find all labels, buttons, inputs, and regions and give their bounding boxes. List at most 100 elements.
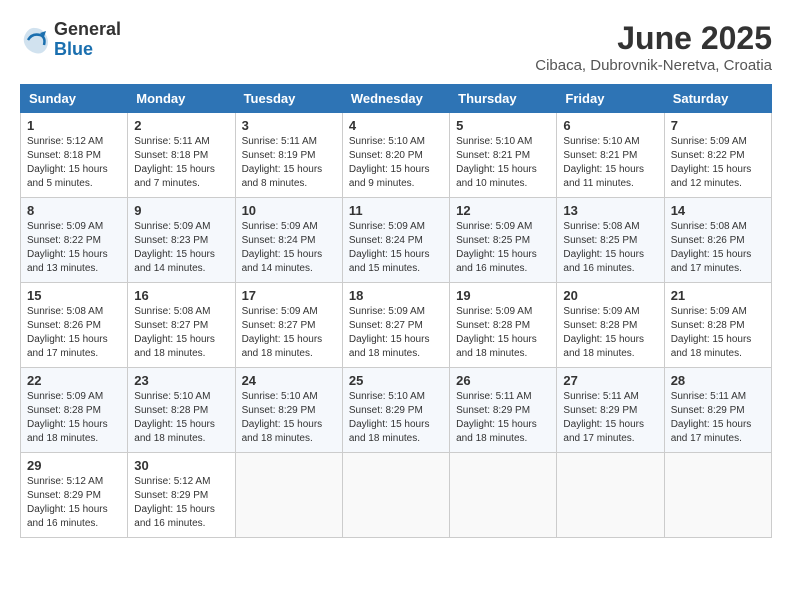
- day-info: Sunrise: 5:11 AMSunset: 8:29 PMDaylight:…: [456, 390, 550, 446]
- day-info: Sunrise: 5:10 AMSunset: 8:21 PMDaylight:…: [563, 135, 657, 191]
- calendar-cell: 23 Sunrise: 5:10 AMSunset: 8:28 PMDayligh…: [128, 368, 235, 453]
- day-info: Sunrise: 5:08 AMSunset: 8:27 PMDaylight:…: [134, 305, 228, 361]
- day-number: 19: [456, 288, 550, 303]
- calendar-week-row-5: 29Sunrise: 5:12 AMSunset: 8:29 PMDayligh…: [21, 453, 772, 538]
- calendar-cell: 5 Sunrise: 5:10 AMSunset: 8:21 PMDaylight…: [450, 113, 557, 198]
- calendar-cell: [342, 453, 449, 538]
- calendar-cell: 21Sunrise: 5:09 AMSunset: 8:28 PMDayligh…: [664, 283, 771, 368]
- day-number: 20: [563, 288, 657, 303]
- day-number: 15: [27, 288, 121, 303]
- calendar-header-thursday: Thursday: [450, 85, 557, 113]
- calendar-header-monday: Monday: [128, 85, 235, 113]
- day-info: Sunrise: 5:10 AMSunset: 8:21 PMDaylight:…: [456, 135, 550, 191]
- day-number: 18: [349, 288, 443, 303]
- calendar-cell: 10 Sunrise: 5:09 AMSunset: 8:24 PMDayligh…: [235, 198, 342, 283]
- day-number: 12: [456, 203, 550, 218]
- calendar-cell: 1Sunrise: 5:12 AMSunset: 8:18 PMDaylight…: [21, 113, 128, 198]
- calendar-cell: 3 Sunrise: 5:11 AMSunset: 8:19 PMDaylight…: [235, 113, 342, 198]
- calendar-header-saturday: Saturday: [664, 85, 771, 113]
- calendar-cell: 22 Sunrise: 5:09 AMSunset: 8:28 PMDayligh…: [21, 368, 128, 453]
- calendar-cell: 17Sunrise: 5:09 AMSunset: 8:27 PMDayligh…: [235, 283, 342, 368]
- day-number: 4: [349, 118, 443, 133]
- logo-text: General Blue: [54, 20, 121, 60]
- calendar-week-row-2: 8Sunrise: 5:09 AMSunset: 8:22 PMDaylight…: [21, 198, 772, 283]
- day-info: Sunrise: 5:10 AMSunset: 8:29 PMDaylight:…: [349, 390, 443, 446]
- calendar-cell: 11 Sunrise: 5:09 AMSunset: 8:24 PMDayligh…: [342, 198, 449, 283]
- calendar-cell: 28 Sunrise: 5:11 AMSunset: 8:29 PMDayligh…: [664, 368, 771, 453]
- calendar-cell: 19 Sunrise: 5:09 AMSunset: 8:28 PMDayligh…: [450, 283, 557, 368]
- calendar: SundayMondayTuesdayWednesdayThursdayFrid…: [20, 84, 772, 538]
- calendar-header-wednesday: Wednesday: [342, 85, 449, 113]
- day-info: Sunrise: 5:12 AMSunset: 8:18 PMDaylight:…: [27, 135, 121, 191]
- day-number: 7: [671, 118, 765, 133]
- day-number: 3: [242, 118, 336, 133]
- calendar-cell: 8Sunrise: 5:09 AMSunset: 8:22 PMDaylight…: [21, 198, 128, 283]
- calendar-cell: 20Sunrise: 5:09 AMSunset: 8:28 PMDayligh…: [557, 283, 664, 368]
- calendar-week-row-3: 15 Sunrise: 5:08 AMSunset: 8:26 PMDayligh…: [21, 283, 772, 368]
- day-info: Sunrise: 5:09 AMSunset: 8:23 PMDaylight:…: [134, 220, 228, 276]
- day-number: 13: [563, 203, 657, 218]
- day-info: Sunrise: 5:11 AMSunset: 8:29 PMDaylight:…: [671, 390, 765, 446]
- logo-general-text: General: [54, 20, 121, 40]
- day-info: Sunrise: 5:10 AMSunset: 8:28 PMDaylight:…: [134, 390, 228, 446]
- day-number: 14: [671, 203, 765, 218]
- day-number: 26: [456, 373, 550, 388]
- day-info: Sunrise: 5:09 AMSunset: 8:24 PMDaylight:…: [349, 220, 443, 276]
- location-title: Cibaca, Dubrovnik-Neretva, Croatia: [535, 57, 772, 74]
- logo-blue-text: Blue: [54, 40, 121, 60]
- calendar-cell: 2 Sunrise: 5:11 AMSunset: 8:18 PMDaylight…: [128, 113, 235, 198]
- day-info: Sunrise: 5:12 AMSunset: 8:29 PMDaylight:…: [27, 475, 121, 531]
- calendar-cell: 12Sunrise: 5:09 AMSunset: 8:25 PMDayligh…: [450, 198, 557, 283]
- day-info: Sunrise: 5:08 AMSunset: 8:26 PMDaylight:…: [671, 220, 765, 276]
- calendar-cell: 16 Sunrise: 5:08 AMSunset: 8:27 PMDayligh…: [128, 283, 235, 368]
- logo: General Blue: [20, 20, 121, 60]
- day-info: Sunrise: 5:09 AMSunset: 8:28 PMDaylight:…: [671, 305, 765, 361]
- day-number: 9: [134, 203, 228, 218]
- calendar-header-friday: Friday: [557, 85, 664, 113]
- day-number: 23: [134, 373, 228, 388]
- calendar-week-row-1: 1Sunrise: 5:12 AMSunset: 8:18 PMDaylight…: [21, 113, 772, 198]
- calendar-cell: 9 Sunrise: 5:09 AMSunset: 8:23 PMDaylight…: [128, 198, 235, 283]
- day-info: Sunrise: 5:09 AMSunset: 8:27 PMDaylight:…: [349, 305, 443, 361]
- day-info: Sunrise: 5:09 AMSunset: 8:28 PMDaylight:…: [27, 390, 121, 446]
- calendar-cell: 25 Sunrise: 5:10 AMSunset: 8:29 PMDayligh…: [342, 368, 449, 453]
- day-number: 27: [563, 373, 657, 388]
- day-info: Sunrise: 5:11 AMSunset: 8:29 PMDaylight:…: [563, 390, 657, 446]
- calendar-cell: 13 Sunrise: 5:08 AMSunset: 8:25 PMDayligh…: [557, 198, 664, 283]
- calendar-cell: 6 Sunrise: 5:10 AMSunset: 8:21 PMDaylight…: [557, 113, 664, 198]
- day-number: 28: [671, 373, 765, 388]
- day-number: 30: [134, 458, 228, 473]
- day-info: Sunrise: 5:09 AMSunset: 8:28 PMDaylight:…: [456, 305, 550, 361]
- calendar-cell: 4 Sunrise: 5:10 AMSunset: 8:20 PMDaylight…: [342, 113, 449, 198]
- day-info: Sunrise: 5:08 AMSunset: 8:25 PMDaylight:…: [563, 220, 657, 276]
- day-number: 11: [349, 203, 443, 218]
- day-info: Sunrise: 5:10 AMSunset: 8:20 PMDaylight:…: [349, 135, 443, 191]
- day-info: Sunrise: 5:09 AMSunset: 8:24 PMDaylight:…: [242, 220, 336, 276]
- day-info: Sunrise: 5:11 AMSunset: 8:18 PMDaylight:…: [134, 135, 228, 191]
- day-number: 22: [27, 373, 121, 388]
- header: General Blue June 2025 Cibaca, Dubrovnik…: [20, 20, 772, 74]
- day-info: Sunrise: 5:08 AMSunset: 8:26 PMDaylight:…: [27, 305, 121, 361]
- calendar-cell: 24 Sunrise: 5:10 AMSunset: 8:29 PMDayligh…: [235, 368, 342, 453]
- calendar-header-sunday: Sunday: [21, 85, 128, 113]
- calendar-cell: 14 Sunrise: 5:08 AMSunset: 8:26 PMDayligh…: [664, 198, 771, 283]
- calendar-cell: 18 Sunrise: 5:09 AMSunset: 8:27 PMDayligh…: [342, 283, 449, 368]
- calendar-cell: 29Sunrise: 5:12 AMSunset: 8:29 PMDayligh…: [21, 453, 128, 538]
- day-number: 6: [563, 118, 657, 133]
- day-info: Sunrise: 5:10 AMSunset: 8:29 PMDaylight:…: [242, 390, 336, 446]
- day-number: 25: [349, 373, 443, 388]
- calendar-week-row-4: 22 Sunrise: 5:09 AMSunset: 8:28 PMDayligh…: [21, 368, 772, 453]
- day-number: 10: [242, 203, 336, 218]
- calendar-cell: 15 Sunrise: 5:08 AMSunset: 8:26 PMDayligh…: [21, 283, 128, 368]
- day-info: Sunrise: 5:11 AMSunset: 8:19 PMDaylight:…: [242, 135, 336, 191]
- day-number: 24: [242, 373, 336, 388]
- calendar-cell: [235, 453, 342, 538]
- day-info: Sunrise: 5:09 AMSunset: 8:22 PMDaylight:…: [27, 220, 121, 276]
- day-info: Sunrise: 5:09 AMSunset: 8:27 PMDaylight:…: [242, 305, 336, 361]
- day-number: 2: [134, 118, 228, 133]
- calendar-cell: [557, 453, 664, 538]
- month-title: June 2025: [535, 20, 772, 57]
- day-number: 5: [456, 118, 550, 133]
- title-section: June 2025 Cibaca, Dubrovnik-Neretva, Cro…: [535, 20, 772, 74]
- day-number: 16: [134, 288, 228, 303]
